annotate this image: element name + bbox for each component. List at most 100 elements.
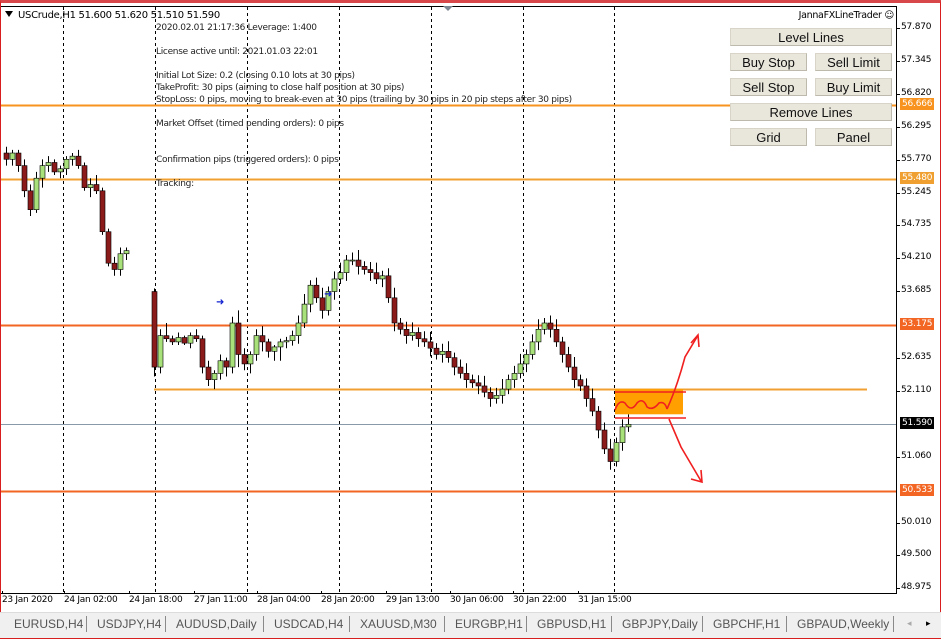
bear-candle	[445, 351, 452, 358]
tab-divider	[86, 616, 87, 632]
trade-arrow-icon: ➜	[324, 289, 332, 300]
tab-gbpchf-h1[interactable]: GBPCHF,H1	[713, 617, 780, 631]
bull-candle	[247, 354, 254, 365]
linetrader-panel: JannaFXLineTrader ☺ Level Lines Buy Stop…	[728, 6, 896, 156]
bear-candle	[27, 190, 34, 210]
bear-candle	[451, 357, 458, 368]
bull-candle	[295, 322, 302, 336]
bear-candle	[367, 269, 374, 273]
bear-candle	[469, 379, 476, 384]
info-stoploss: StopLoss: 0 pips, moving to break-even a…	[156, 95, 572, 105]
bear-candle	[259, 335, 266, 343]
tab-gbpjpy-daily[interactable]: GBPJPY,Daily	[622, 617, 698, 631]
time-tick-label: 24 Jan 02:00	[64, 591, 118, 605]
bear-candle	[385, 275, 392, 299]
tab-usdcad-h4[interactable]: USDCAD,H4	[274, 617, 343, 631]
sell-limit-button[interactable]: Sell Limit	[815, 53, 892, 71]
tab-usdjpy-h4[interactable]: USDJPY,H4	[97, 617, 161, 631]
bull-candle	[337, 272, 344, 280]
bull-candle	[283, 340, 290, 343]
price-tick-label: 54.210	[896, 252, 932, 263]
bear-candle	[163, 335, 170, 340]
level-lines-button[interactable]: Level Lines	[730, 28, 892, 46]
bull-candle	[625, 424, 632, 428]
bear-candle	[565, 354, 572, 368]
tab-eurusd-h4[interactable]: EURUSD,H4	[14, 617, 83, 631]
bull-candle	[613, 442, 620, 462]
bear-candle	[415, 332, 422, 340]
bull-candle	[535, 329, 542, 343]
bull-candle	[117, 253, 124, 270]
tab-divider	[263, 616, 264, 632]
bear-candle	[235, 322, 242, 355]
bull-candle	[493, 395, 500, 399]
level-price-label: 55.480	[900, 172, 935, 185]
collapse-triangle-icon[interactable]	[5, 11, 13, 17]
bull-candle	[307, 284, 314, 305]
bear-candle	[151, 291, 158, 368]
tab-gbpusd-h1[interactable]: GBPUSD,H1	[537, 617, 606, 631]
info-market-offset: Market Offset (timed pending orders): 0 …	[156, 119, 344, 129]
panel-title: JannaFXLineTrader ☺	[798, 10, 895, 21]
trade-arrow-icon: ➜	[216, 297, 224, 308]
price-tick-label: 56.295	[896, 121, 932, 132]
bull-candle	[217, 360, 224, 374]
tab-divider	[444, 616, 445, 632]
bear-candle	[595, 410, 602, 431]
bear-candle	[241, 354, 248, 365]
bear-candle	[3, 152, 10, 160]
bull-candle	[301, 303, 308, 324]
bull-candle	[253, 335, 260, 355]
sell-stop-button[interactable]: Sell Stop	[730, 78, 807, 96]
bull-candle	[211, 373, 218, 380]
info-license: License active until: 2021.01.03 22:01	[156, 47, 318, 57]
tab-scroll-right-icon[interactable]: ▸	[926, 619, 931, 629]
bear-candle	[481, 385, 488, 393]
bull-candle	[511, 373, 518, 380]
bear-candle	[205, 366, 212, 380]
bear-candle	[199, 338, 206, 368]
bear-candle	[105, 231, 112, 264]
info-lot-size: Initial Lot Size: 0.2 (closing 0.10 lots…	[156, 71, 355, 81]
bull-candle	[499, 388, 506, 396]
price-tick-label: 51.060	[896, 450, 932, 461]
bear-candle	[21, 165, 28, 192]
bear-candle	[75, 155, 82, 166]
panel-button[interactable]: Panel	[815, 128, 892, 146]
level-price-label: 50.533	[900, 483, 935, 496]
bull-candle	[271, 346, 278, 352]
tab-eurgbp-h1[interactable]: EURGBP,H1	[455, 617, 523, 631]
bull-candle	[87, 184, 94, 188]
bear-candle	[355, 259, 362, 267]
panel-title-text: JannaFXLineTrader	[798, 10, 882, 21]
price-tick-label: 56.820	[896, 88, 932, 99]
tab-audusd-daily[interactable]: AUDUSD,Daily	[176, 617, 257, 631]
time-tick-label: 28 Jan 20:00	[321, 591, 375, 605]
bear-candle	[601, 429, 608, 450]
bear-candle	[81, 165, 88, 188]
remove-lines-button[interactable]: Remove Lines	[730, 103, 892, 121]
buy-limit-button[interactable]: Buy Limit	[815, 78, 892, 96]
time-scale[interactable]: 23 Jan 2020 24 Jan 02:00 24 Jan 18:00 27 Ja…	[0, 591, 897, 610]
tab-xauusd-m30[interactable]: XAUUSD,M30	[360, 617, 437, 631]
bear-candle	[403, 329, 410, 336]
bear-candle	[547, 322, 554, 330]
price-tick-label: 52.110	[896, 384, 932, 395]
price-tick-label: 55.245	[896, 187, 932, 198]
bear-candle	[463, 373, 470, 380]
price-tick-label: 57.870	[896, 22, 932, 32]
tab-gbpaud-weekly[interactable]: GBPAUD,Weekly	[797, 617, 889, 631]
bear-candle	[457, 366, 464, 374]
bear-candle	[15, 152, 22, 166]
price-tick-label: 49.500	[896, 548, 932, 559]
price-scale[interactable]: 57.870 57.345 56.820 56.295 55.770 55.245 54.7…	[896, 6, 941, 594]
time-tick-label: 30 Jan 22:00	[513, 591, 567, 605]
grid-button[interactable]: Grid	[730, 128, 807, 146]
bear-candle	[181, 337, 188, 344]
level-price-label: 56.666	[900, 97, 935, 110]
tab-scroll-left-icon[interactable]: ◂	[907, 619, 912, 629]
bear-candle	[99, 190, 106, 233]
buy-stop-button[interactable]: Buy Stop	[730, 53, 807, 71]
bear-candle	[361, 266, 368, 270]
chart-shift-marker-icon[interactable]	[443, 6, 453, 11]
